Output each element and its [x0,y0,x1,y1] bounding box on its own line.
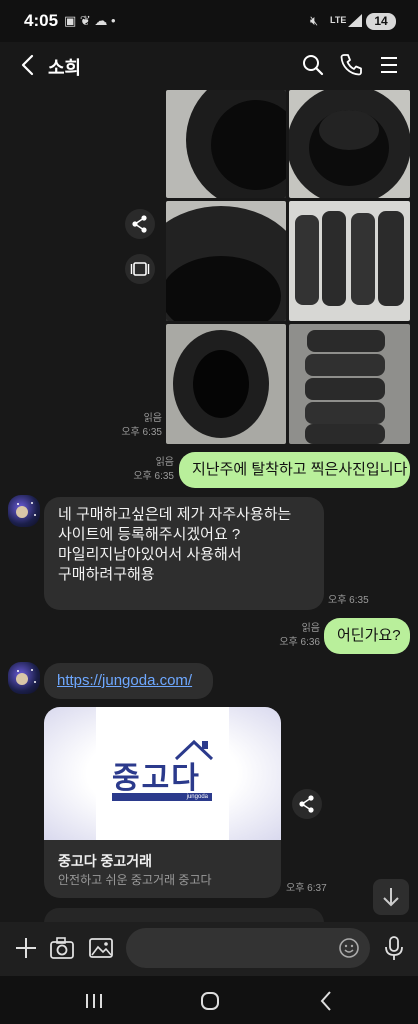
call-button[interactable] [338,52,364,78]
link-message[interactable]: https://jungoda.com/ [44,663,213,699]
signal-icon [348,14,362,32]
voice-input-button[interactable] [380,934,408,962]
logo-subtext: jungoda [112,793,212,801]
chat-header: 소희 [0,42,418,90]
recent-apps-button[interactable] [80,988,108,1014]
scroll-to-bottom-button[interactable] [373,879,409,915]
share-button[interactable] [125,209,155,239]
tire-photo-2[interactable] [289,90,410,198]
out2-meta: 읽음 오후 6:36 [268,622,320,650]
tire-photo-5[interactable] [166,324,286,444]
share-icon [132,215,147,233]
logo-text: 중고다 [112,762,201,795]
emoji-button[interactable] [337,936,361,960]
incoming-message[interactable]: 네 구매하고싶은데 제가 자주사용하는 사이트에 등록해주시겠어요 ? 마일리지… [44,497,324,610]
hamburger-menu-icon [381,57,397,73]
emoji-icon [339,938,359,958]
message-line: 구매하려구해용 [58,566,155,583]
gallery-button[interactable] [87,934,115,962]
status-notification-icons: ▣ ❦ ☁ • [64,13,116,28]
photo-grid[interactable] [166,90,410,444]
image-icon [89,938,113,958]
message-time: 오후 6:35 [133,471,174,482]
share-button[interactable] [292,789,322,819]
back-arrow-icon [21,54,34,76]
card-title: 중고다 중고거래 [58,853,153,869]
card-description: 안전하고 쉬운 중고거래 중고다 [58,873,212,887]
outgoing-message[interactable]: 지난주에 탈착하고 찍은사진입니다 [179,452,410,488]
outgoing-message[interactable]: 어딘가요? [324,618,410,654]
read-indicator: 읽음 [301,623,320,634]
read-indicator: 읽음 [143,413,162,424]
recent-apps-icon [86,994,102,1008]
mute-icon: 🔇︎ [310,13,319,28]
tire-photo-6[interactable] [289,324,410,444]
jungoda-logo: 중고다 jungoda [96,707,229,840]
chat-title: 소희 [48,58,82,78]
camera-button[interactable] [48,934,76,962]
share-icon [299,795,314,813]
network-type: LTE [330,15,347,25]
preview-image: 중고다 jungoda [44,707,281,840]
battery-indicator: 14 [366,13,396,30]
home-icon [201,992,219,1010]
system-back-button[interactable] [312,986,340,1016]
read-indicator: 읽음 [155,457,174,468]
arrow-down-icon [383,888,399,907]
status-bar: 4:05 ▣ ❦ ☁ • 🔇︎ LTE 14 [0,0,418,42]
add-attachment-button[interactable] [12,934,40,962]
message-text: 어딘가요? [337,627,401,644]
link-preview-card[interactable]: 중고다 jungoda 중고다 중고거래 안전하고 쉬운 중고거래 중고다 [44,707,281,898]
message-time: 오후 6:35 [328,595,369,606]
photo-album-icon [130,262,150,276]
avatar[interactable] [8,662,40,694]
status-time: 4:05 [24,11,59,30]
message-time: 오후 6:36 [279,637,320,648]
gallery-view-button[interactable] [125,254,155,284]
message-time: 오후 6:35 [121,427,162,438]
system-navigation-bar [0,976,418,1024]
message-line: 네 구매하고싶은데 제가 자주사용하는 [58,506,292,523]
avatar[interactable] [8,495,40,527]
back-icon [320,991,331,1011]
search-button[interactable] [300,52,326,78]
plus-icon [16,938,36,958]
camera-icon [50,937,74,959]
search-icon [303,55,324,76]
message-text: 지난주에 탈착하고 찍은사진입니다 [192,461,408,478]
message-line: 사이트에 등록해주시겠어요 ? [58,526,241,543]
out1-meta: 읽음 오후 6:35 [124,456,174,484]
home-button[interactable] [195,986,225,1016]
tire-photo-4[interactable] [289,201,410,321]
tire-photo-1[interactable] [166,90,286,198]
phone-icon [340,54,362,76]
url-link[interactable]: https://jungoda.com/ [57,671,192,691]
tire-photo-3[interactable] [166,201,286,321]
message-time: 오후 6:37 [286,883,327,894]
menu-button[interactable] [378,52,404,78]
back-button[interactable] [14,50,42,80]
photo-message-meta: 읽음 오후 6:35 [112,412,162,440]
message-input[interactable] [126,928,370,968]
microphone-icon [385,936,403,960]
message-line: 마일리지남아있어서 사용해서 [58,546,242,563]
